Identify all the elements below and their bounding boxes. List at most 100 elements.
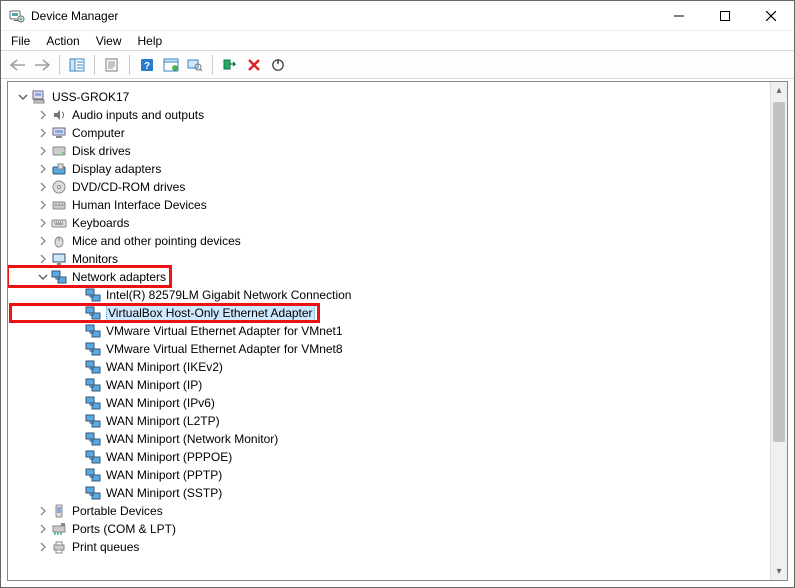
chevron-down-icon[interactable]	[36, 270, 50, 284]
tree-item-label: WAN Miniport (IPv6)	[106, 396, 215, 410]
scrollbar-up-icon[interactable]: ▴	[771, 82, 787, 99]
toolbar-uninstall-button[interactable]	[243, 54, 265, 76]
toolbar-disable-button[interactable]	[267, 54, 289, 76]
menu-help[interactable]: Help	[138, 34, 163, 48]
network-icon	[84, 341, 102, 357]
chevron-right-icon[interactable]	[36, 162, 50, 176]
tree-category[interactable]: Monitors	[10, 250, 767, 268]
tree-category[interactable]: Audio inputs and outputs	[10, 106, 767, 124]
chevron-right-icon[interactable]	[36, 216, 50, 230]
tree-device[interactable]: WAN Miniport (Network Monitor)	[10, 430, 767, 448]
tree-item-label: WAN Miniport (PPTP)	[106, 468, 222, 482]
tree-device[interactable]: WAN Miniport (IP)	[10, 376, 767, 394]
tree-item-label: Keyboards	[72, 216, 129, 230]
tree-category[interactable]: Portable Devices	[10, 502, 767, 520]
tree-device[interactable]: Intel(R) 82579LM Gigabit Network Connect…	[10, 286, 767, 304]
toolbar: ?	[1, 51, 794, 79]
tree-category[interactable]: Mice and other pointing devices	[10, 232, 767, 250]
maximize-button[interactable]	[702, 1, 748, 30]
chevron-right-icon[interactable]	[36, 504, 50, 518]
tree-device[interactable]: WAN Miniport (L2TP)	[10, 412, 767, 430]
tree-device[interactable]: WAN Miniport (PPTP)	[10, 466, 767, 484]
tree-item-label: VirtualBox Host-Only Ethernet Adapter	[106, 305, 315, 321]
chevron-down-icon[interactable]	[16, 90, 30, 104]
chevron-right-icon[interactable]	[36, 252, 50, 266]
network-icon	[84, 467, 102, 483]
chevron-right-icon[interactable]	[36, 540, 50, 554]
display-icon	[50, 161, 68, 177]
chevron-right-icon[interactable]	[36, 198, 50, 212]
tree-item-label: Mice and other pointing devices	[72, 234, 241, 248]
menu-action[interactable]: Action	[46, 34, 79, 48]
audio-icon	[50, 107, 68, 123]
menu-bar: File Action View Help	[1, 31, 794, 51]
tree-device[interactable]: WAN Miniport (IPv6)	[10, 394, 767, 412]
tree-device[interactable]: WAN Miniport (SSTP)	[10, 484, 767, 502]
tree-device[interactable]: WAN Miniport (PPPOE)	[10, 448, 767, 466]
tree-category[interactable]: Computer	[10, 124, 767, 142]
toolbar-scan-button[interactable]	[184, 54, 206, 76]
scrollbar-vertical[interactable]: ▴ ▾	[770, 82, 787, 580]
portable-icon	[50, 503, 68, 519]
toolbar-help-button[interactable]: ?	[136, 54, 158, 76]
svg-text:?: ?	[144, 61, 150, 72]
dvd-icon	[50, 179, 68, 195]
toolbar-update-driver-button[interactable]	[160, 54, 182, 76]
window-titlebar: Device Manager	[1, 1, 794, 31]
tree-category[interactable]: Ports (COM & LPT)	[10, 520, 767, 538]
chevron-right-icon[interactable]	[36, 522, 50, 536]
network-icon	[84, 323, 102, 339]
scrollbar-thumb[interactable]	[773, 102, 785, 442]
minimize-button[interactable]	[656, 1, 702, 30]
tree-device[interactable]: VMware Virtual Ethernet Adapter for VMne…	[10, 340, 767, 358]
tree-item-label: WAN Miniport (IP)	[106, 378, 202, 392]
computer-icon	[50, 125, 68, 141]
network-icon	[84, 377, 102, 393]
tree-device[interactable]: VirtualBox Host-Only Ethernet Adapter	[10, 304, 767, 322]
tree-item-label: Intel(R) 82579LM Gigabit Network Connect…	[106, 288, 351, 302]
tree-device[interactable]: WAN Miniport (IKEv2)	[10, 358, 767, 376]
chevron-right-icon[interactable]	[36, 144, 50, 158]
printer-icon	[50, 539, 68, 555]
chevron-right-icon[interactable]	[36, 108, 50, 122]
tree-category[interactable]: Keyboards	[10, 214, 767, 232]
tree-item-label: Monitors	[72, 252, 118, 266]
root-icon	[30, 89, 48, 105]
tree-item-label: Print queues	[72, 540, 139, 554]
tree-item-label: Audio inputs and outputs	[72, 108, 204, 122]
network-icon	[84, 305, 102, 321]
network-icon	[84, 449, 102, 465]
chevron-right-icon[interactable]	[36, 234, 50, 248]
toolbar-forward-button[interactable]	[31, 54, 53, 76]
tree-category[interactable]: DVD/CD-ROM drives	[10, 178, 767, 196]
tree-item-label: VMware Virtual Ethernet Adapter for VMne…	[106, 342, 343, 356]
app-icon	[9, 8, 25, 24]
tree-item-label: WAN Miniport (Network Monitor)	[106, 432, 278, 446]
network-icon	[84, 395, 102, 411]
tree-category[interactable]: Network adapters	[10, 268, 767, 286]
network-icon	[84, 431, 102, 447]
tree-category[interactable]: Display adapters	[10, 160, 767, 178]
scrollbar-down-icon[interactable]: ▾	[771, 563, 787, 580]
device-tree[interactable]: USS-GROK17 Audio inputs and outputs Comput…	[10, 88, 767, 556]
tree-item-label: Ports (COM & LPT)	[72, 522, 176, 536]
hid-icon	[50, 197, 68, 213]
tree-root[interactable]: USS-GROK17	[10, 88, 767, 106]
tree-item-label: WAN Miniport (L2TP)	[106, 414, 220, 428]
tree-category[interactable]: Disk drives	[10, 142, 767, 160]
toolbar-properties-button[interactable]	[101, 54, 123, 76]
close-button[interactable]	[748, 1, 794, 30]
network-icon	[84, 287, 102, 303]
chevron-right-icon[interactable]	[36, 126, 50, 140]
toolbar-back-button[interactable]	[7, 54, 29, 76]
tree-category[interactable]: Human Interface Devices	[10, 196, 767, 214]
menu-file[interactable]: File	[11, 34, 30, 48]
chevron-right-icon[interactable]	[36, 180, 50, 194]
tree-device[interactable]: VMware Virtual Ethernet Adapter for VMne…	[10, 322, 767, 340]
toolbar-enable-button[interactable]	[219, 54, 241, 76]
tree-category[interactable]: Print queues	[10, 538, 767, 556]
monitor-icon	[50, 251, 68, 267]
network-icon	[84, 359, 102, 375]
toolbar-show-hide-console-button[interactable]	[66, 54, 88, 76]
menu-view[interactable]: View	[96, 34, 122, 48]
